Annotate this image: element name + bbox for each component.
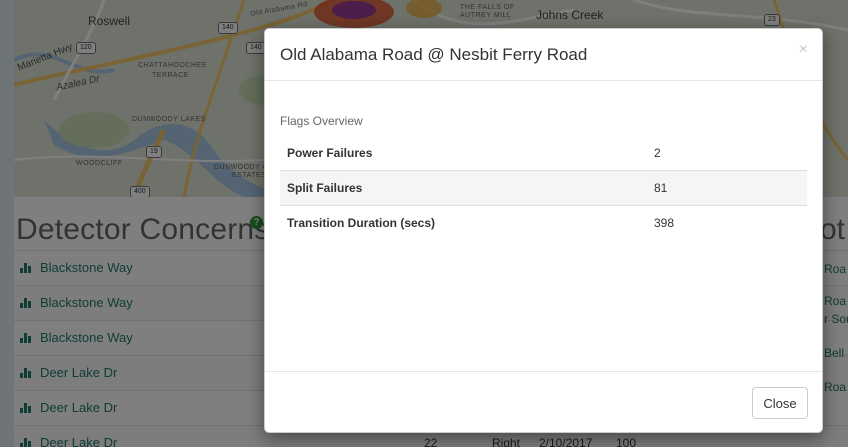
table-row: Split Failures 81 — [280, 170, 807, 206]
flag-key: Split Failures — [280, 170, 647, 206]
table-row: Transition Duration (secs) 398 — [280, 205, 807, 240]
flags-overview-label: Flags Overview — [280, 114, 363, 128]
modal-footer: Close — [265, 371, 822, 433]
modal-title: Old Alabama Road @ Nesbit Ferry Road — [280, 45, 588, 64]
flag-value: 81 — [647, 170, 807, 206]
flag-value: 2 — [654, 146, 661, 160]
intersection-modal: Old Alabama Road @ Nesbit Ferry Road × F… — [264, 28, 823, 433]
flags-table: Power Failures 2 Split Failures 81 Trans… — [280, 136, 807, 240]
table-row: Power Failures 2 — [280, 136, 807, 171]
flag-key: Transition Duration (secs) — [280, 205, 647, 240]
close-button[interactable]: Close — [752, 387, 808, 419]
flag-value: 398 — [647, 205, 807, 240]
flag-key: Power Failures — [287, 146, 373, 160]
modal-header: Old Alabama Road @ Nesbit Ferry Road × — [265, 29, 822, 81]
close-icon[interactable]: × — [799, 41, 808, 59]
